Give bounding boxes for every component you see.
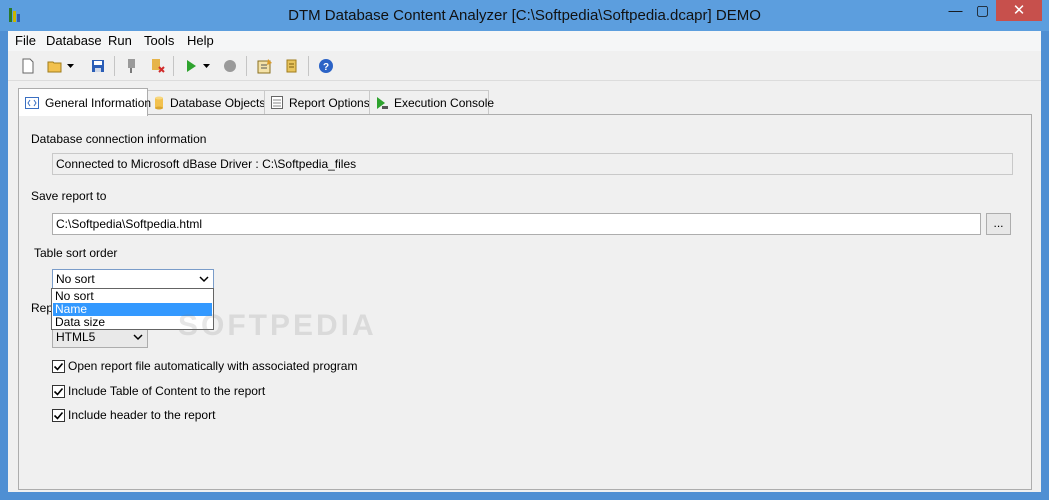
stop-icon[interactable] <box>220 56 240 76</box>
code-brackets-icon <box>25 96 39 110</box>
open-folder-icon[interactable] <box>45 56 65 76</box>
tab-label: General Information <box>45 95 152 110</box>
report-format-label: Rep <box>31 301 54 315</box>
selected-format-value: HTML5 <box>56 330 96 344</box>
connection-info-field: Connected to Microsoft dBase Driver : C:… <box>52 153 1013 175</box>
run-icon[interactable] <box>181 56 201 76</box>
selected-sort-value: No sort <box>56 272 95 286</box>
script-icon[interactable] <box>282 56 302 76</box>
run-dropdown-icon[interactable] <box>201 56 211 76</box>
include-header-label: Include header to the report <box>68 408 216 422</box>
menu-database[interactable]: Database <box>46 33 102 48</box>
tab-execution-console[interactable]: Execution Console <box>369 90 494 114</box>
open-report-checkbox[interactable] <box>52 360 65 373</box>
include-header-checkbox[interactable] <box>52 409 65 422</box>
connect-icon[interactable] <box>122 56 142 76</box>
tab-general-information[interactable]: General Information <box>18 88 152 116</box>
window-title: DTM Database Content Analyzer [C:\Softpe… <box>288 7 761 24</box>
maximize-button[interactable]: ▢ <box>969 0 996 21</box>
menu-help[interactable]: Help <box>187 33 214 48</box>
open-dropdown-icon[interactable] <box>65 56 75 76</box>
table-sort-order-select[interactable]: No sort <box>52 269 214 290</box>
connection-info-label: Database connection information <box>31 132 207 146</box>
help-icon[interactable]: ? <box>316 56 336 76</box>
toolbar-separator <box>114 56 115 76</box>
app-window: DTM Database Content Analyzer [C:\Softpe… <box>0 0 1049 500</box>
new-file-icon[interactable] <box>18 56 38 76</box>
browse-button[interactable]: ... <box>986 213 1011 235</box>
tab-report-options[interactable]: Report Options <box>264 90 370 114</box>
execute-icon <box>376 96 388 110</box>
title-bar: DTM Database Content Analyzer [C:\Softpe… <box>0 0 1049 31</box>
report-format-select[interactable]: HTML5 <box>52 327 148 348</box>
include-toc-label: Include Table of Content to the report <box>68 384 266 398</box>
tab-label: Execution Console <box>394 95 495 110</box>
toolbar-separator <box>308 56 309 76</box>
save-report-path-input[interactable]: C:\Softpedia\Softpedia.html <box>52 213 981 235</box>
toolbar-separator <box>246 56 247 76</box>
report-icon <box>271 96 283 110</box>
table-sort-order-label: Table sort order <box>34 246 118 260</box>
database-icon <box>154 96 164 110</box>
chevron-down-icon <box>133 334 143 341</box>
chevron-down-icon <box>199 276 209 283</box>
minimize-button[interactable]: — <box>942 0 969 21</box>
close-button[interactable]: ✕ <box>996 0 1042 21</box>
disconnect-icon[interactable] <box>148 56 168 76</box>
tab-database-objects[interactable]: Database Objects <box>147 90 265 114</box>
checkmark-icon <box>53 362 64 371</box>
menu-file[interactable]: File <box>15 33 36 48</box>
checkmark-icon <box>53 411 64 420</box>
sort-option-data-size[interactable]: Data size <box>53 316 212 329</box>
include-toc-checkbox[interactable] <box>52 385 65 398</box>
tab-label: Database Objects <box>170 95 266 110</box>
open-report-label: Open report file automatically with asso… <box>68 359 358 373</box>
toolbar: ? <box>8 52 1041 81</box>
save-icon[interactable] <box>88 56 108 76</box>
toolbar-separator <box>173 56 174 76</box>
tab-strip: General Information Database Objects Rep… <box>18 88 498 116</box>
svg-text:?: ? <box>323 62 329 73</box>
menu-tools[interactable]: Tools <box>144 33 174 48</box>
checkmark-icon <box>53 387 64 396</box>
report-options-icon[interactable] <box>255 56 275 76</box>
tab-label: Report Options <box>289 95 370 110</box>
save-report-label: Save report to <box>31 189 107 203</box>
menu-bar: File Database Run Tools Help <box>8 31 1041 51</box>
sort-order-dropdown-list: No sort Name Data size <box>51 288 214 330</box>
menu-run[interactable]: Run <box>108 33 132 48</box>
client-area: File Database Run Tools Help ? General I… <box>8 31 1041 492</box>
